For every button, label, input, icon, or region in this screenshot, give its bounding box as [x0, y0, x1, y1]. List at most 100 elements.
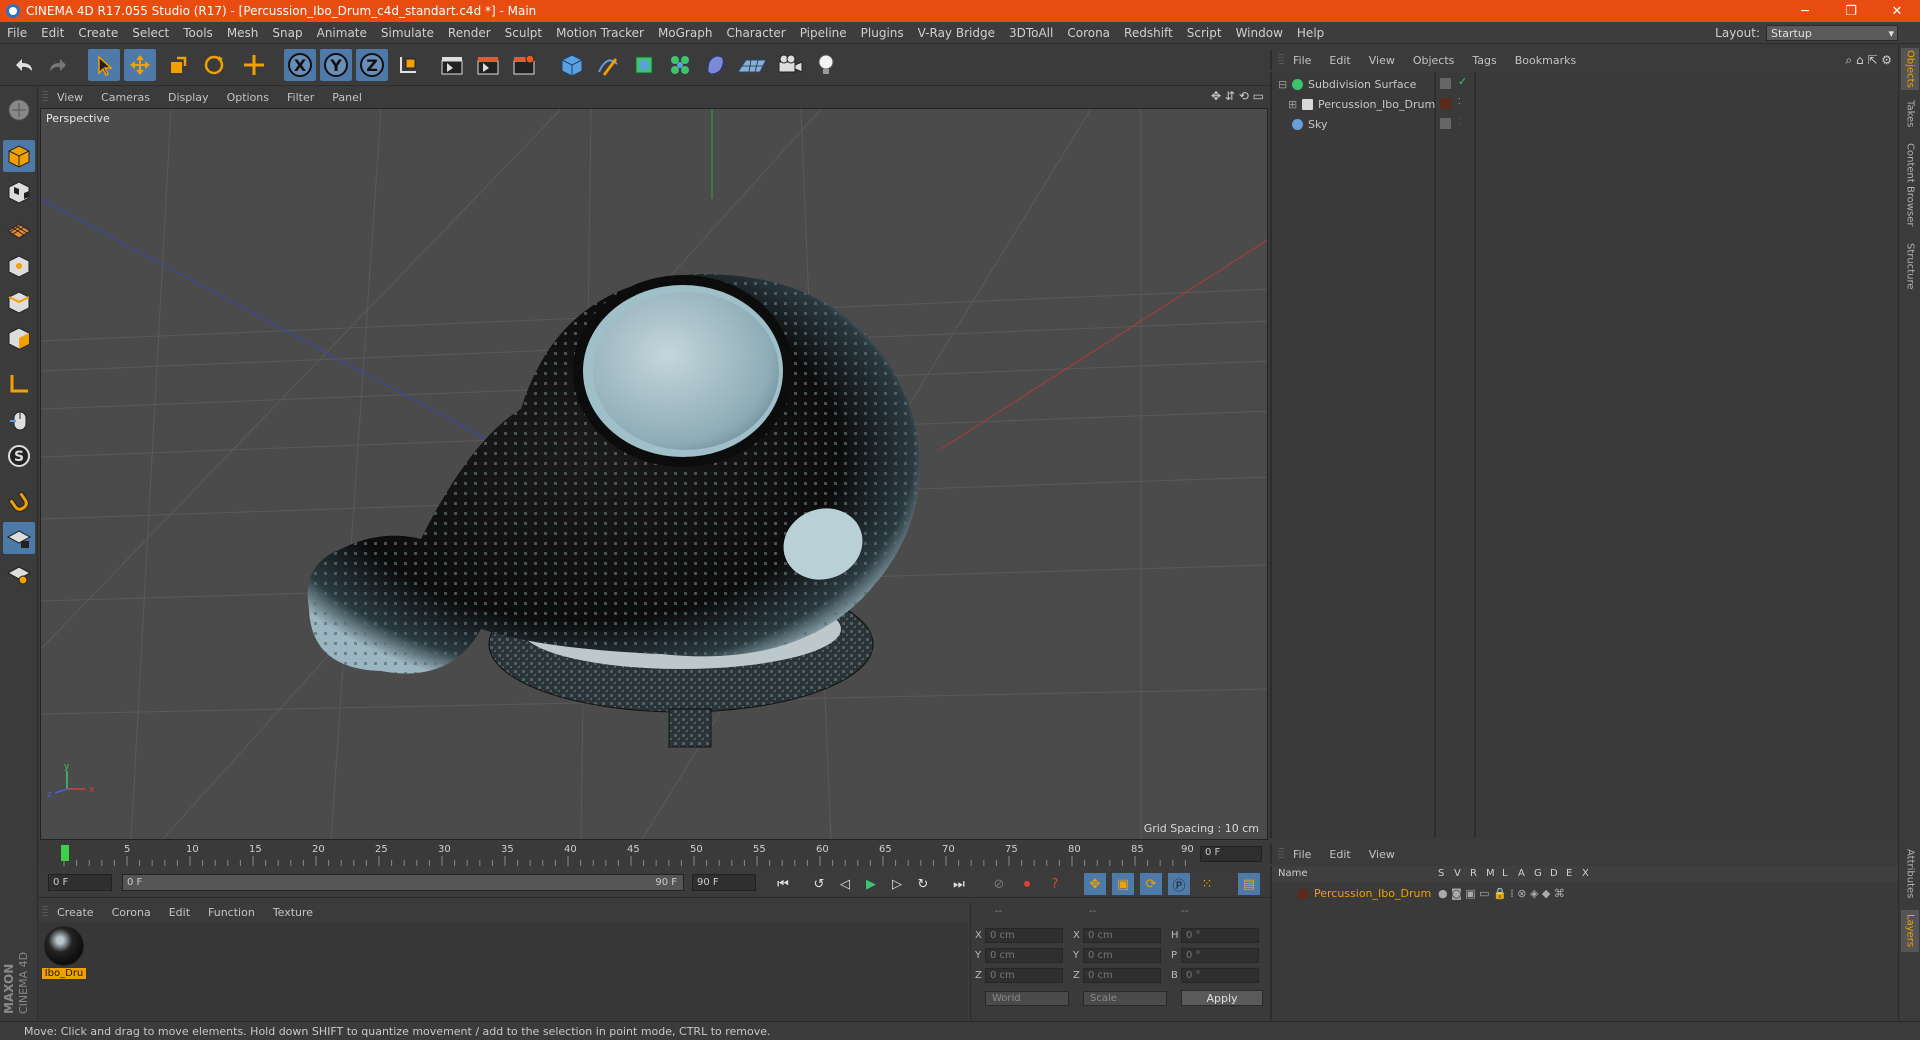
tab-objects[interactable]: Objects: [1901, 48, 1919, 90]
autokey-button[interactable]: ⏺: [1016, 873, 1038, 895]
material-menu-texture[interactable]: Texture: [264, 906, 322, 919]
redo-button[interactable]: [42, 49, 74, 81]
render-view-button[interactable]: [436, 49, 468, 81]
workplane-mode-button[interactable]: [3, 212, 35, 244]
viewport-menu-options[interactable]: Options: [218, 91, 278, 104]
add-subdivision-button[interactable]: [628, 49, 660, 81]
tree-collapse-icon[interactable]: ⊟: [1278, 78, 1288, 91]
rotation-h-field[interactable]: 0 °: [1181, 928, 1259, 943]
goto-end-button[interactable]: ⏭: [948, 873, 970, 895]
viewport-menu-cameras[interactable]: Cameras: [92, 91, 159, 104]
menu-create[interactable]: Create: [71, 26, 125, 40]
model-mode-button[interactable]: [3, 140, 35, 172]
axis-y-lock-button[interactable]: Y: [320, 49, 352, 81]
render-picture-viewer-button[interactable]: [472, 49, 504, 81]
rotate-tool-button[interactable]: [198, 49, 230, 81]
prev-frame-button[interactable]: ◁: [834, 873, 856, 895]
move-tool-button[interactable]: [124, 49, 156, 81]
play-button[interactable]: ▶: [860, 873, 882, 895]
menu-plugins[interactable]: Plugins: [854, 26, 911, 40]
layer-col-locked[interactable]: L: [1502, 868, 1508, 879]
tab-content-browser[interactable]: Content Browser: [1901, 138, 1919, 232]
layer-col-name[interactable]: Name: [1278, 868, 1308, 879]
add-floor-button[interactable]: [736, 49, 768, 81]
om-menu-edit[interactable]: Edit: [1320, 54, 1359, 67]
menu-window[interactable]: Window: [1229, 26, 1290, 40]
layer-toggle-icons[interactable]: ● ◙ ▣ ▭ 🔒 ⁞ ⊗ ◈ ◆ ⌘: [1438, 887, 1565, 900]
viewport-menu-filter[interactable]: Filter: [278, 91, 323, 104]
viewport-menu-view[interactable]: View: [48, 91, 92, 104]
layer-name[interactable]: Percussion_Ibo_Drum: [1314, 887, 1431, 900]
layer-col-animation[interactable]: A: [1518, 868, 1525, 879]
object-row-subdivision[interactable]: ⊟ Subdivision Surface ✓: [1272, 74, 1900, 94]
material-swatch[interactable]: Ibo_Dru: [42, 926, 86, 984]
menu-pipeline[interactable]: Pipeline: [793, 26, 854, 40]
menu-motion-tracker[interactable]: Motion Tracker: [549, 26, 651, 40]
visibility-dots-icon[interactable]: ⁚: [1458, 97, 1461, 106]
viewport-menu-display[interactable]: Display: [159, 91, 218, 104]
object-row-percussion-ibo-drum[interactable]: ⊞ Percussion_Ibo_Drum ⁚: [1272, 94, 1900, 114]
enabled-check-icon[interactable]: ✓: [1458, 75, 1467, 88]
live-selection-button[interactable]: [238, 49, 270, 81]
menu-select[interactable]: Select: [125, 26, 176, 40]
start-frame-field[interactable]: 0 F: [48, 874, 112, 891]
keyframe-selection-button[interactable]: ?: [1044, 873, 1066, 895]
coordinate-system-button[interactable]: [392, 49, 424, 81]
menu-corona[interactable]: Corona: [1060, 26, 1117, 40]
menu-tools[interactable]: Tools: [176, 26, 220, 40]
layer-row[interactable]: Percussion_Ibo_Drum ● ◙ ▣ ▭ 🔒 ⁞ ⊗ ◈ ◆ ⌘: [1272, 884, 1900, 904]
viewport-perspective[interactable]: y x z Perspective Grid Spacing : 10 cm: [40, 108, 1268, 840]
next-frame-button[interactable]: ▷: [886, 873, 908, 895]
layer-col-generators[interactable]: G: [1534, 868, 1542, 879]
add-deformer-button[interactable]: [700, 49, 732, 81]
key-scale-button[interactable]: ▣: [1112, 873, 1134, 895]
position-y-field[interactable]: 0 cm: [985, 948, 1063, 963]
tweak-mode-button[interactable]: [3, 404, 35, 436]
apply-button[interactable]: Apply: [1181, 990, 1263, 1006]
key-parameter-button[interactable]: Ⓟ: [1168, 873, 1190, 895]
coordinate-mode-select[interactable]: Scale: [1083, 991, 1167, 1006]
texture-mode-button[interactable]: [3, 176, 35, 208]
axis-x-lock-button[interactable]: X: [284, 49, 316, 81]
menu-script[interactable]: Script: [1180, 26, 1229, 40]
layer-col-solo[interactable]: S: [1438, 868, 1444, 879]
menu-mograph[interactable]: MoGraph: [651, 26, 720, 40]
menu-edit[interactable]: Edit: [34, 26, 71, 40]
position-z-field[interactable]: 0 cm: [985, 968, 1063, 983]
layer-col-deformers[interactable]: D: [1550, 868, 1558, 879]
object-row-sky[interactable]: Sky ⁚: [1272, 114, 1900, 134]
menu-render[interactable]: Render: [441, 26, 498, 40]
add-mograph-button[interactable]: [664, 49, 696, 81]
menu-sculpt[interactable]: Sculpt: [498, 26, 549, 40]
om-menu-view[interactable]: View: [1360, 54, 1404, 67]
tab-takes[interactable]: Takes: [1901, 96, 1919, 132]
lock-workplane-button[interactable]: [3, 522, 35, 554]
layer-color-swatch[interactable]: [1298, 889, 1308, 899]
make-editable-button[interactable]: [3, 94, 35, 126]
layer-col-xref[interactable]: X: [1582, 868, 1589, 879]
timeline-ruler[interactable]: 0 5 10 15 20 25 30 35 40 45 50 55 60 65 …: [50, 842, 1196, 866]
key-rotation-button[interactable]: ⟳: [1140, 873, 1162, 895]
layer-col-render[interactable]: R: [1470, 868, 1477, 879]
add-camera-button[interactable]: [774, 49, 806, 81]
record-keys-button[interactable]: ⊘: [988, 873, 1010, 895]
select-tool-button[interactable]: [88, 49, 120, 81]
close-button[interactable]: ✕: [1874, 0, 1920, 22]
add-light-button[interactable]: [810, 49, 842, 81]
menu-3dtoall[interactable]: 3DToAll: [1002, 26, 1060, 40]
menu-snap[interactable]: Snap: [265, 26, 309, 40]
add-cube-button[interactable]: [556, 49, 588, 81]
menu-file[interactable]: File: [0, 26, 34, 40]
timeline[interactable]: 0 5 10 15 20 25 30 35 40 45 50 55 60 65 …: [38, 842, 1270, 866]
tree-expand-icon[interactable]: ⊞: [1288, 98, 1298, 111]
lm-menu-edit[interactable]: Edit: [1320, 848, 1359, 861]
edges-mode-button[interactable]: [3, 286, 35, 318]
material-menu-function[interactable]: Function: [199, 906, 264, 919]
menu-redshift[interactable]: Redshift: [1117, 26, 1180, 40]
lm-menu-view[interactable]: View: [1360, 848, 1404, 861]
menu-animate[interactable]: Animate: [310, 26, 374, 40]
snapping-button[interactable]: S: [3, 440, 35, 472]
om-toolbar-icons[interactable]: ⌕ ⌂ ⇱ ⚙: [1845, 53, 1892, 68]
rotation-p-field[interactable]: 0 °: [1181, 948, 1259, 963]
magnet-button[interactable]: [3, 486, 35, 518]
